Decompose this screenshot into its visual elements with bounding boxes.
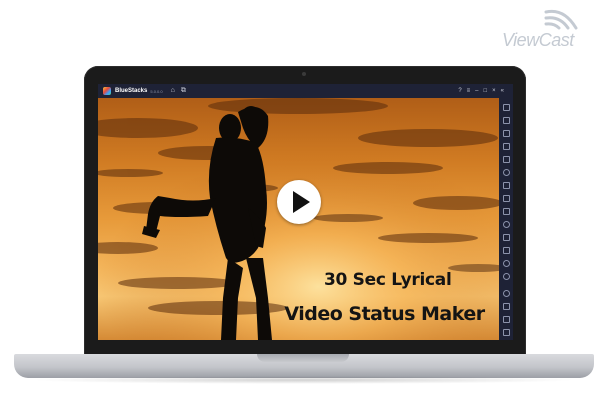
multi-instance-icon[interactable]: ⧉ (181, 84, 186, 98)
watermark-text: ViewCast (502, 30, 574, 50)
page: ViewCast BlueStacks 5.0.0.0 ⌂ ⧉ ? ≡ – □ … (0, 0, 602, 414)
laptop-screen: BlueStacks 5.0.0.0 ⌂ ⧉ ? ≡ – □ × « 30 Se… (98, 84, 513, 340)
rotate-icon[interactable] (502, 169, 510, 176)
wifi-signal-icon (544, 9, 578, 30)
minimize-icon[interactable]: – (475, 84, 478, 98)
maximize-icon[interactable]: □ (484, 84, 488, 98)
volume-up-icon[interactable] (502, 117, 510, 124)
video-preview[interactable]: 30 Sec Lyrical Video Status Maker (98, 98, 499, 340)
bluestacks-titlebar: BlueStacks 5.0.0.0 ⌂ ⧉ ? ≡ – □ × « (98, 84, 513, 98)
play-icon (293, 191, 310, 213)
screenshot-icon[interactable] (502, 208, 510, 215)
video-title-line2: Video Status Maker (284, 303, 485, 325)
menu-icon[interactable]: ≡ (467, 84, 471, 98)
app-name: BlueStacks (115, 88, 148, 94)
webcam (302, 72, 306, 76)
collapse-sidebar-icon[interactable]: « (501, 84, 504, 98)
home-icon[interactable]: ⌂ (171, 84, 175, 98)
folder-icon[interactable] (502, 234, 510, 241)
gamepad-icon[interactable] (502, 195, 510, 202)
shake-icon[interactable] (502, 182, 510, 189)
multi-instance-icon[interactable] (502, 247, 510, 254)
media-icon[interactable] (502, 143, 510, 150)
play-button[interactable] (277, 180, 321, 224)
video-title-line1: 30 Sec Lyrical (324, 270, 452, 290)
volume-down-icon[interactable] (502, 130, 510, 137)
app-version: 5.0.0.0 (150, 88, 163, 94)
window-controls: ? ≡ – □ × « (458, 84, 509, 98)
settings-icon[interactable] (502, 290, 510, 297)
bluestacks-sidebar (499, 98, 513, 340)
laptop-hinge-notch (257, 354, 349, 362)
sync-icon[interactable] (502, 273, 510, 280)
keyboard-icon[interactable] (502, 156, 510, 163)
recent-apps-icon[interactable] (502, 329, 510, 336)
help-icon[interactable]: ? (458, 84, 461, 98)
bluestacks-logo-icon (103, 87, 111, 95)
record-icon[interactable] (502, 221, 510, 228)
eco-mode-icon[interactable] (502, 260, 510, 267)
viewcast-watermark: ViewCast (502, 6, 594, 50)
home-icon[interactable] (502, 316, 510, 323)
fullscreen-icon[interactable] (502, 104, 510, 111)
laptop-shadow (30, 376, 578, 384)
close-icon[interactable]: × (492, 84, 496, 98)
back-icon[interactable] (502, 303, 510, 310)
